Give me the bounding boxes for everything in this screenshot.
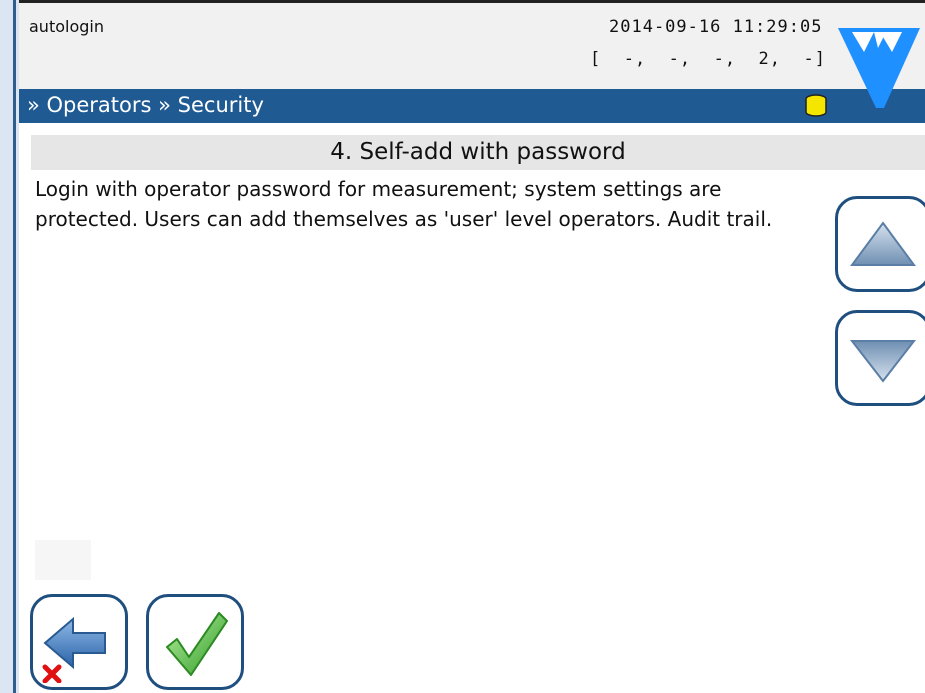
status-indicators: [ -, -, -, 2, -]: [590, 49, 826, 69]
security-description: Login with operator password for measure…: [35, 177, 773, 231]
operator-name: autologin: [29, 17, 104, 36]
app-frame: autologin 2014-09-16 11:29:05 [ -, -, -,…: [0, 0, 925, 693]
back-cancel-icon: [42, 616, 106, 683]
faint-artifact: [35, 540, 91, 580]
database-icon: [805, 94, 827, 117]
title-bar: » Operators » Security: [19, 89, 925, 123]
scroll-down-button[interactable]: [835, 310, 925, 406]
checkmark-icon: [166, 612, 228, 676]
status-bar: autologin 2014-09-16 11:29:05 [ -, -, -,…: [19, 0, 925, 89]
brand-logo-icon: [838, 28, 920, 108]
left-border: [0, 0, 16, 693]
arrow-up-icon: [850, 221, 916, 266]
scroll-up-button[interactable]: [835, 196, 925, 292]
ok-button[interactable]: [146, 594, 244, 690]
breadcrumb[interactable]: » Operators » Security: [27, 93, 264, 117]
device-screen: autologin 2014-09-16 11:29:05 [ -, -, -,…: [19, 0, 925, 693]
back-cancel-button[interactable]: [30, 594, 128, 690]
arrow-down-icon: [849, 340, 917, 383]
date-time: 2014-09-16 11:29:05: [609, 17, 823, 37]
page-title: 4. Self-add with password: [31, 135, 925, 170]
